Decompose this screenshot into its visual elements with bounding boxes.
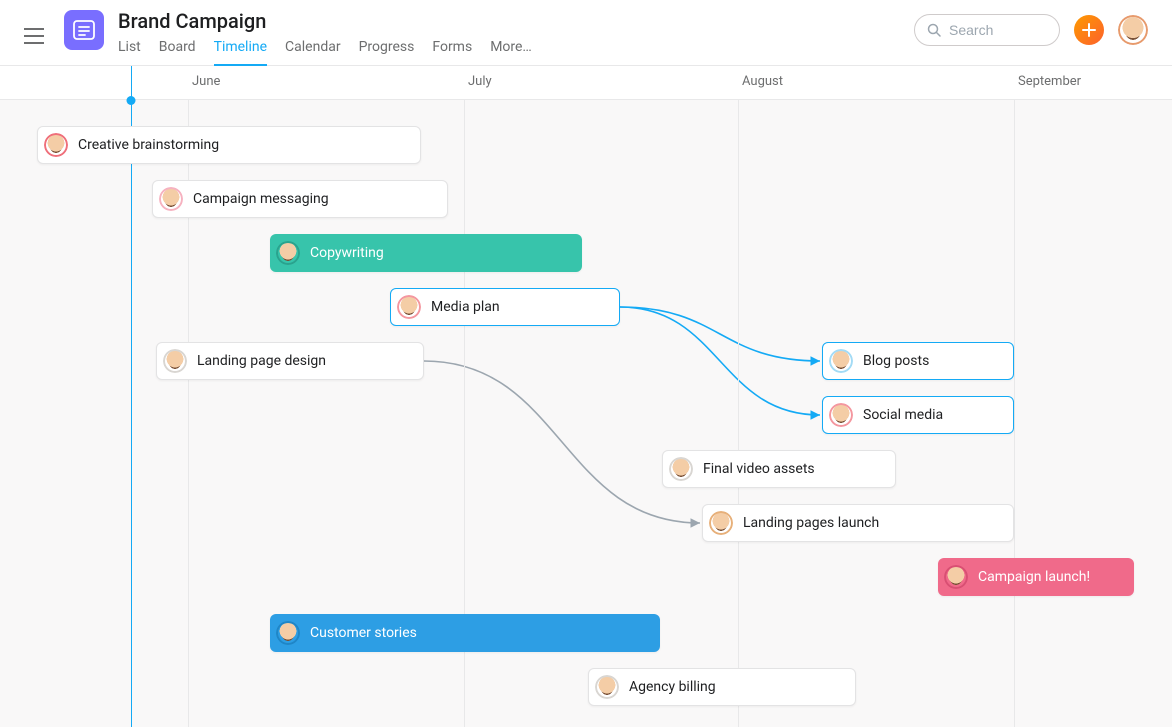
assignee-avatar (709, 511, 733, 535)
task-label: Social media (863, 407, 943, 423)
task-blog[interactable]: Blog posts (822, 342, 1014, 380)
task-label: Final video assets (703, 461, 815, 477)
month-header: June July August September (0, 66, 1172, 100)
tab-calendar[interactable]: Calendar (285, 39, 341, 66)
user-avatar[interactable] (1118, 15, 1148, 45)
assignee-avatar (944, 565, 968, 589)
search-box[interactable] (914, 14, 1060, 46)
task-social[interactable]: Social media (822, 396, 1014, 434)
assignee-avatar (829, 349, 853, 373)
top-bar: Brand Campaign List Board Timeline Calendar… (0, 0, 1172, 66)
task-label: Campaign messaging (193, 191, 329, 207)
project-title: Brand Campaign (118, 8, 532, 33)
month-gridline (1014, 100, 1015, 727)
tab-timeline[interactable]: Timeline (214, 39, 267, 66)
today-line (131, 66, 132, 727)
tab-more[interactable]: More… (490, 39, 532, 66)
task-launchlp[interactable]: Landing pages launch (702, 504, 1014, 542)
assignee-avatar (276, 621, 300, 645)
month-label: September (1018, 74, 1081, 89)
connector (424, 361, 700, 523)
search-icon (927, 23, 941, 37)
assignee-avatar (159, 187, 183, 211)
list-board-icon (73, 19, 95, 41)
task-video[interactable]: Final video assets (662, 450, 896, 488)
task-copy[interactable]: Copywriting (270, 234, 582, 272)
task-creative[interactable]: Creative brainstorming (37, 126, 421, 164)
assignee-avatar (276, 241, 300, 265)
task-media[interactable]: Media plan (390, 288, 620, 326)
assignee-avatar (44, 133, 68, 157)
today-dot (127, 96, 136, 105)
task-billing[interactable]: Agency billing (588, 668, 856, 706)
month-label: June (192, 74, 220, 89)
tab-forms[interactable]: Forms (432, 39, 472, 66)
month-label: July (468, 74, 492, 89)
project-icon (64, 10, 104, 50)
assignee-avatar (829, 403, 853, 427)
hamburger-icon (24, 28, 44, 44)
month-label: August (742, 74, 783, 89)
task-label: Landing page design (197, 353, 326, 369)
assignee-avatar (669, 457, 693, 481)
search-input[interactable] (949, 22, 1047, 38)
task-label: Creative brainstorming (78, 137, 219, 153)
tab-board[interactable]: Board (159, 39, 196, 66)
task-label: Campaign launch! (978, 569, 1090, 585)
add-button[interactable] (1074, 15, 1104, 45)
plus-icon (1082, 23, 1096, 37)
connector (620, 307, 820, 415)
assignee-avatar (397, 295, 421, 319)
task-label: Customer stories (310, 625, 417, 641)
tab-list[interactable]: List (118, 39, 141, 66)
tab-progress[interactable]: Progress (359, 39, 415, 66)
project-tabs: List Board Timeline Calendar Progress Forms Mo… (118, 39, 532, 66)
month-gridline (738, 100, 739, 727)
menu-toggle-button[interactable] (18, 20, 50, 52)
task-messaging[interactable]: Campaign messaging (152, 180, 448, 218)
task-label: Media plan (431, 299, 500, 315)
task-label: Landing pages launch (743, 515, 879, 531)
assignee-avatar (163, 349, 187, 373)
task-label: Blog posts (863, 353, 929, 369)
task-label: Agency billing (629, 679, 716, 695)
timeline[interactable]: June July August September Creative brainst… (0, 66, 1172, 727)
task-landing[interactable]: Landing page design (156, 342, 424, 380)
connector (620, 307, 820, 361)
task-launch[interactable]: Campaign launch! (938, 558, 1134, 596)
task-stories[interactable]: Customer stories (270, 614, 660, 652)
assignee-avatar (595, 675, 619, 699)
task-label: Copywriting (310, 245, 384, 261)
